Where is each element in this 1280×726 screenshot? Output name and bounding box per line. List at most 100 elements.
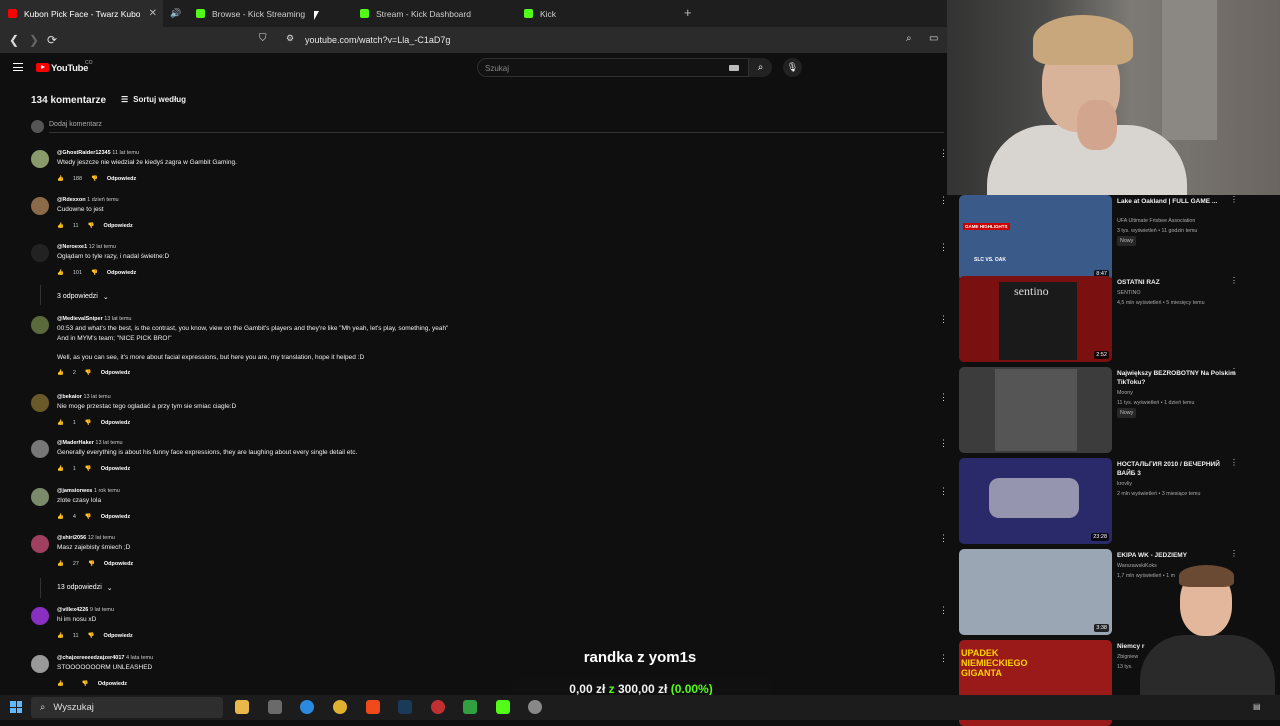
app-icon[interactable] — [463, 700, 477, 714]
file-explorer-icon[interactable] — [235, 700, 249, 714]
thumb-down-icon[interactable]: 👎 — [91, 176, 98, 182]
more-menu-icon[interactable]: ⋮ — [1230, 367, 1238, 376]
avatar[interactable] — [31, 394, 49, 412]
comment-author[interactable]: @MedievalSniper — [57, 316, 103, 322]
youtube-logo-icon[interactable] — [36, 63, 49, 72]
avatar[interactable] — [31, 488, 49, 506]
avatar[interactable] — [31, 607, 49, 625]
steam-icon[interactable] — [398, 700, 412, 714]
thumb-up-icon[interactable]: 👍 — [57, 514, 64, 520]
chrome-icon[interactable] — [333, 700, 347, 714]
more-menu-icon[interactable]: ⋮ — [1230, 195, 1238, 204]
thumb-down-icon[interactable]: 👎 — [85, 420, 92, 426]
comment-author[interactable]: @jamsiorwes — [57, 488, 92, 494]
related-video[interactable]: GAME HIGHLIGHTS SLC VS. OAK 8:47 Lake at Oa… — [959, 195, 1249, 281]
back-arrow-icon[interactable]: ❮ — [9, 33, 19, 47]
reload-icon[interactable]: ⟳ — [47, 33, 57, 47]
comment-time[interactable]: 13 lat temu — [83, 394, 110, 400]
comment-time[interactable]: 13 lat temu — [95, 440, 122, 446]
forward-arrow-icon[interactable]: ❯ — [29, 33, 39, 47]
avatar[interactable] — [31, 316, 49, 334]
video-channel[interactable]: krovliy — [1117, 479, 1132, 489]
video-thumbnail[interactable] — [959, 367, 1112, 453]
comment-author[interactable]: @shiri2056 — [57, 535, 86, 541]
tab-kick-dashboard[interactable]: Stream - Kick Dashboard — [352, 0, 517, 27]
avatar[interactable] — [31, 440, 49, 458]
related-video[interactable]: sentino 2:52 OSTATNI RAZ SENTINO 4,5 mln wyś… — [959, 276, 1249, 362]
kick-app-icon[interactable] — [496, 700, 510, 714]
speaker-icon[interactable]: 🔊 — [168, 0, 184, 27]
edge-icon[interactable] — [300, 700, 314, 714]
comment-author[interactable]: @Rdexxon — [57, 197, 86, 203]
menu-icon[interactable] — [13, 63, 23, 71]
screenshot-icon[interactable]: ▭ — [929, 33, 938, 44]
thumb-down-icon[interactable]: 👎 — [88, 633, 95, 639]
reply-button[interactable]: Odpowiedz — [101, 420, 130, 426]
avatar[interactable] — [31, 244, 49, 262]
more-menu-icon[interactable]: ⋮ — [1230, 458, 1238, 467]
thumb-down-icon[interactable]: 👎 — [85, 370, 92, 376]
url-field[interactable]: youtube.com/watch?v=Lla_-C1aD7g — [305, 35, 450, 45]
comment-time[interactable]: 1 rok temu — [94, 488, 120, 494]
video-title[interactable]: EKIPA WK - JEDZIEMY — [1117, 551, 1237, 560]
obs-icon[interactable] — [431, 700, 445, 714]
video-title[interactable]: Największy BEZROBOTNY Na Polskim TikToku… — [1117, 369, 1237, 387]
thumb-up-icon[interactable]: 👍 — [57, 420, 64, 426]
tab-kick-browse[interactable]: Browse - Kick Streaming — [188, 0, 353, 27]
video-title[interactable]: Lake at Oakland | FULL GAME ... — [1117, 197, 1237, 206]
related-video[interactable]: 23:28 НОСТАЛЬГИЯ 2010 / ВЕЧЕРНИЙ ВАЙБ 3 kr… — [959, 458, 1249, 544]
close-icon[interactable]: ✕ — [149, 8, 157, 19]
keyboard-icon[interactable] — [729, 65, 739, 71]
media-app-icon[interactable] — [528, 700, 542, 714]
video-thumbnail[interactable]: sentino 2:52 — [959, 276, 1112, 362]
reply-button[interactable]: Odpowiedz — [101, 466, 130, 472]
comment-time[interactable]: 12 lat temu — [88, 535, 115, 541]
thumb-up-icon[interactable]: 👍 — [57, 176, 64, 182]
comment-author[interactable]: @Neroexe1 — [57, 244, 87, 250]
thumb-up-icon[interactable]: 👍 — [57, 561, 64, 567]
thumb-up-icon[interactable]: 👍 — [57, 270, 64, 276]
thumb-up-icon[interactable]: 👍 — [57, 681, 64, 687]
comment-author[interactable]: @chajzereeeedzajzer4017 — [57, 655, 124, 661]
tab-youtube[interactable]: Kubon Pick Face - Twarz Kubona ✕ — [0, 0, 163, 27]
thumb-up-icon[interactable]: 👍 — [57, 633, 64, 639]
reply-button[interactable]: Odpowiedz — [107, 270, 136, 276]
reply-button[interactable]: Odpowiedz — [103, 223, 132, 229]
add-comment-input[interactable]: Dodaj komentarz — [49, 121, 102, 128]
comment-author[interactable]: @GhostRaider12345 — [57, 150, 111, 156]
reply-button[interactable]: Odpowiedz — [98, 681, 127, 687]
taskbar-search[interactable]: ⌕ Wyszukaj — [31, 697, 223, 718]
reply-button[interactable]: Odpowiedz — [103, 633, 132, 639]
comment-time[interactable]: 11 lat temu — [112, 150, 139, 156]
avatar[interactable] — [31, 197, 49, 215]
video-channel[interactable]: SENTINO — [1117, 288, 1141, 298]
brave-icon[interactable] — [366, 700, 380, 714]
thumb-down-icon[interactable]: 👎 — [85, 514, 92, 520]
reply-button[interactable]: Odpowiedz — [104, 561, 133, 567]
thumb-down-icon[interactable]: 👎 — [88, 223, 95, 229]
calculator-icon[interactable] — [268, 700, 282, 714]
youtube-logo-text[interactable]: YouTube — [51, 63, 88, 74]
thumb-down-icon[interactable]: 👎 — [82, 681, 89, 687]
reply-button[interactable]: Odpowiedz — [101, 370, 130, 376]
video-channel[interactable]: Moony — [1117, 388, 1133, 398]
more-menu-icon[interactable]: ⋮ — [1230, 549, 1238, 558]
tab-kick[interactable]: Kick — [516, 0, 676, 27]
comment-time[interactable]: 12 lat temu — [89, 244, 116, 250]
video-channel[interactable]: UFA Ultimate Frisbee Association — [1117, 216, 1195, 226]
comment-author[interactable]: @MaderHaker — [57, 440, 94, 446]
thumb-down-icon[interactable]: 👎 — [85, 466, 92, 472]
sort-button[interactable]: ☰ Sortuj według — [121, 95, 186, 104]
video-thumbnail[interactable]: GAME HIGHLIGHTS SLC VS. OAK 8:47 — [959, 195, 1112, 281]
thumb-up-icon[interactable]: 👍 — [57, 466, 64, 472]
comment-time[interactable]: 13 lat temu — [104, 316, 131, 322]
more-menu-icon[interactable]: ⋮ — [1230, 276, 1238, 285]
video-thumbnail[interactable]: 3:38 — [959, 549, 1112, 635]
search-input[interactable]: Szukaj — [477, 58, 749, 77]
related-video[interactable]: Największy BEZROBOTNY Na Polskim TikToku… — [959, 367, 1249, 453]
replies-toggle[interactable]: 13 odpowiedzi ⌄ — [57, 584, 113, 592]
comment-author[interactable]: @bekaior — [57, 394, 82, 400]
thumb-down-icon[interactable]: 👎 — [91, 270, 98, 276]
comment-time[interactable]: 4 lata temu — [126, 655, 153, 661]
replies-toggle[interactable]: 3 odpowiedzi ⌄ — [57, 293, 109, 301]
